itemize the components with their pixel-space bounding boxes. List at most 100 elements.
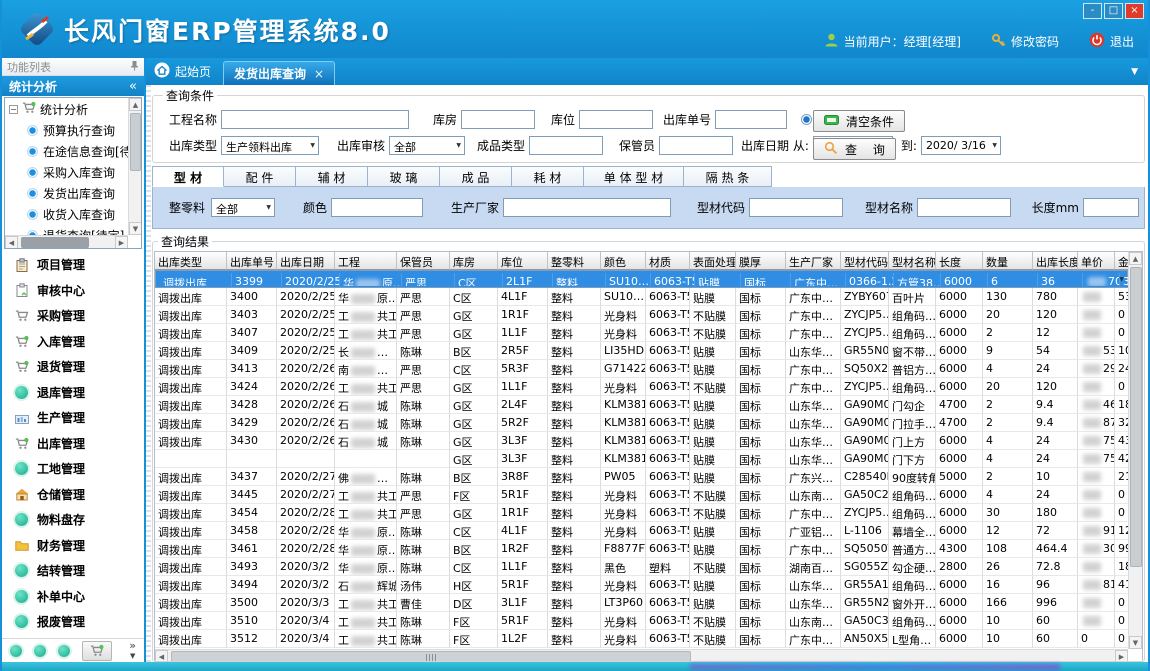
table-row[interactable]: 调拨出库34372020/2/27佛…陈琳B区3R8F整料PW056063-T5…: [155, 468, 1128, 486]
table-row[interactable]: 调拨出库35002020/3/3工共工程曹佳D区3L1F整料LT3P606063…: [155, 594, 1128, 612]
table-row[interactable]: 调拨出库35122020/3/4工共工程陈琳F区1L2F整料光身料6063-T5…: [155, 630, 1128, 648]
close-button[interactable]: ×: [1125, 3, 1144, 19]
table-row[interactable]: 调拨出库34282020/2/26石城陈琳G区2L4F整料KLM38176063…: [155, 396, 1128, 414]
table-row[interactable]: 调拨出库34582020/2/28华原…陈琳C区4L1F整料光身料6063-T5…: [155, 522, 1128, 540]
material-tab[interactable]: 成 品: [440, 166, 512, 187]
column-header[interactable]: 颜色: [601, 252, 646, 270]
table-row[interactable]: 调拨出库34032020/2/25工共工程严思G区1R1F整料光身料6063-T…: [155, 306, 1128, 324]
menu-item[interactable]: 审核中心: [2, 278, 144, 304]
table-row[interactable]: 调拨出库34942020/3/2石辉城汤伟H区5R1F整料光身料6063-T5贴…: [155, 576, 1128, 594]
scroll-up-icon[interactable]: ▲: [129, 98, 142, 111]
table-row[interactable]: 调拨出库34452020/2/27工共工程严思F区5R1F整料光身料6063-T…: [155, 486, 1128, 504]
column-header[interactable]: 长度: [936, 252, 983, 270]
tree-hscrollbar[interactable]: ◀ ▶: [5, 235, 128, 248]
menu-item[interactable]: 入库管理: [2, 329, 144, 355]
grid-hscroll-thumb[interactable]: [171, 651, 691, 662]
quick-dot-icon[interactable]: [58, 645, 70, 657]
material-tab[interactable]: 玻 璃: [368, 166, 440, 187]
menu-item[interactable]: 补单中心: [2, 584, 144, 610]
maximize-button[interactable]: □: [1104, 3, 1123, 19]
location-input[interactable]: [579, 110, 653, 129]
column-header[interactable]: 膜厚: [736, 252, 786, 270]
column-header[interactable]: 整零料: [548, 252, 601, 270]
table-row[interactable]: 调拨出库33992020/2/25华原…严思C区2L1F整料SU10…6063-…: [155, 270, 1128, 288]
tab-list-caret-icon[interactable]: ▼: [1131, 67, 1138, 77]
out-audit-select[interactable]: 全部: [389, 136, 465, 155]
tree-item[interactable]: 预算执行查询: [5, 120, 128, 141]
table-row[interactable]: 调拨出库34932020/3/2华原…陈琳C区1L1F整料黑色塑料不贴膜国标湖南…: [155, 558, 1128, 576]
table-row[interactable]: 调拨出库34612020/2/28华原…陈琳B区1R2F整料F8877FT606…: [155, 540, 1128, 558]
table-row[interactable]: 调拨出库34242020/2/26工共工程严思G区1L1F整料光身料6063-T…: [155, 378, 1128, 396]
project-name-input[interactable]: [221, 110, 409, 129]
scroll-left-icon[interactable]: ◀: [5, 236, 18, 249]
tree-item[interactable]: 发货出库查询: [5, 183, 128, 204]
change-password-link[interactable]: 修改密码: [991, 33, 1059, 51]
column-header[interactable]: 表面处理: [690, 252, 736, 270]
grid-hscrollbar[interactable]: ◀ ▶: [155, 649, 1128, 662]
table-row[interactable]: 调拨出库34542020/2/28工共工程严思G区1R1F整料光身料6063-T…: [155, 504, 1128, 522]
collapse-icon[interactable]: «: [129, 79, 137, 94]
table-row[interactable]: 调拨出库34092020/2/25长…陈琳B区2R5F整料LI35HD6063-…: [155, 342, 1128, 360]
column-header[interactable]: 材质: [646, 252, 690, 270]
quick-dot-icon[interactable]: [10, 645, 22, 657]
column-header[interactable]: 数量: [983, 252, 1033, 270]
material-tab[interactable]: 单 体 型 材: [584, 166, 684, 187]
column-header[interactable]: 工程: [335, 252, 397, 270]
product-type-input[interactable]: [529, 136, 603, 155]
table-row[interactable]: 调拨出库34132020/2/26南…严思C区5R3F整料G714226063-…: [155, 360, 1128, 378]
menu-item[interactable]: 财务管理: [2, 533, 144, 559]
scroll-left-icon[interactable]: ◀: [155, 650, 168, 662]
length-input[interactable]: [1083, 198, 1139, 217]
menu-item[interactable]: 结转管理: [2, 558, 144, 584]
table-row[interactable]: 调拨出库34072020/2/25工共工程严思G区1L1F整料光身料6063-T…: [155, 324, 1128, 342]
menu-item[interactable]: 物料盘存: [2, 507, 144, 533]
tree-root[interactable]: − 统计分析: [5, 98, 128, 120]
column-header[interactable]: 型材名称: [889, 252, 936, 270]
column-header[interactable]: 单价: [1078, 252, 1115, 270]
tree-item[interactable]: 在途信息查询[待: [5, 141, 128, 162]
material-tab[interactable]: 配 件: [224, 166, 296, 187]
tree-hscroll-thumb[interactable]: [21, 237, 89, 248]
menu-item[interactable]: 退库管理: [2, 380, 144, 406]
profile-name-input[interactable]: [917, 198, 1011, 217]
menu-item[interactable]: 仓储管理: [2, 482, 144, 508]
tab-home[interactable]: 起始页: [146, 58, 223, 85]
table-row[interactable]: G区3L3F整料KLM38176063-T5贴膜国标山东华…GA90M09.门下…: [155, 450, 1128, 468]
column-header[interactable]: 型材代码: [841, 252, 889, 270]
profile-code-input[interactable]: [749, 198, 843, 217]
table-row[interactable]: 调拨出库34302020/2/26石城陈琳G区3L3F整料KLM38176063…: [155, 432, 1128, 450]
warehouse-input[interactable]: [461, 110, 535, 129]
material-tab[interactable]: 辅 材: [296, 166, 368, 187]
menu-item[interactable]: 生产管理: [2, 405, 144, 431]
menu-item[interactable]: 采购管理: [2, 303, 144, 329]
grid-vscrollbar[interactable]: ▲ ▼: [1128, 252, 1142, 649]
column-header[interactable]: 生产厂家: [786, 252, 841, 270]
material-tab[interactable]: 型 材: [152, 166, 224, 187]
scroll-right-icon[interactable]: ▶: [115, 236, 128, 249]
search-button[interactable]: 查 询: [813, 138, 896, 160]
tab-close-icon[interactable]: ×: [314, 67, 324, 81]
column-header[interactable]: 库房: [450, 252, 498, 270]
menu-item[interactable]: 出库管理: [2, 431, 144, 457]
color-input[interactable]: [331, 198, 423, 217]
column-header[interactable]: 金额: [1115, 252, 1128, 270]
scroll-down-icon[interactable]: ▼: [129, 222, 142, 235]
accordion-header-statistics[interactable]: 统计分析 «: [2, 76, 144, 96]
menu-item[interactable]: 报废管理: [2, 609, 144, 635]
tree-item[interactable]: 收货入库查询: [5, 204, 128, 225]
column-header[interactable]: 出库单号: [227, 252, 277, 270]
keeper-input[interactable]: [659, 136, 733, 155]
quick-cart-button[interactable]: [82, 641, 112, 661]
menu-item[interactable]: 工地管理: [2, 456, 144, 482]
tree-vscrollbar[interactable]: ▲ ▼: [128, 98, 141, 235]
minimize-button[interactable]: -: [1083, 3, 1102, 19]
column-header[interactable]: 保管员: [397, 252, 450, 270]
column-header[interactable]: 库位: [498, 252, 548, 270]
tree-item[interactable]: 采购入库查询: [5, 162, 128, 183]
tab-shipping-query[interactable]: 发货出库查询 ×: [223, 61, 335, 85]
menu-item[interactable]: 项目管理: [2, 252, 144, 278]
date-to-select[interactable]: 2020/ 3/16: [921, 136, 1001, 155]
scroll-right-icon[interactable]: ▶: [1115, 650, 1128, 662]
material-tab[interactable]: 耗 材: [512, 166, 584, 187]
tree-vscroll-thumb[interactable]: [130, 113, 141, 171]
